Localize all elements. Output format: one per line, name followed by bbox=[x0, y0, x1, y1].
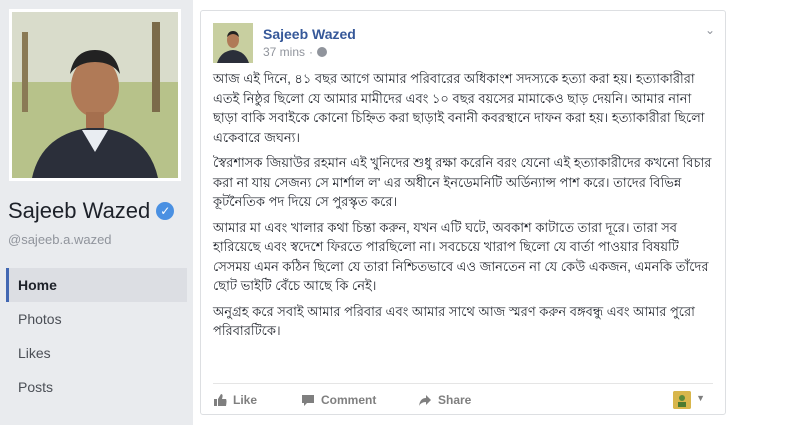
nav-item-photos[interactable]: Photos bbox=[6, 302, 187, 336]
comment-icon bbox=[302, 395, 314, 406]
post-paragraph: আমার মা এবং খালার কথা চিন্তা করুন, যখন এ… bbox=[213, 219, 709, 294]
nav-item-home[interactable]: Home bbox=[6, 268, 187, 302]
avatar-image bbox=[213, 23, 253, 63]
post-paragraph: আজ এই দিনে, ৪১ বছর আগে আমার পরিবারের অধি… bbox=[213, 71, 705, 145]
meta-separator: · bbox=[309, 45, 314, 59]
post-paragraph: অনুগ্রহ করে সবাই আমার পরিবার এবং আমার সা… bbox=[213, 303, 695, 339]
profile-name-text[interactable]: Sajeeb Wazed bbox=[8, 198, 150, 224]
reaction-avatar-image bbox=[673, 391, 691, 409]
post-card: Sajeeb Wazed 37 mins · ⌄ আজ এই দিনে, ৪১ … bbox=[200, 10, 726, 415]
profile-handle: @sajeeb.a.wazed bbox=[8, 232, 112, 247]
nav-item-posts[interactable]: Posts bbox=[6, 370, 187, 404]
post-header: Sajeeb Wazed 37 mins · bbox=[213, 23, 713, 63]
like-button[interactable]: Like bbox=[213, 389, 257, 411]
verified-check-icon: ✓ bbox=[156, 202, 175, 220]
author-avatar[interactable] bbox=[213, 23, 253, 63]
nav-item-likes[interactable]: Likes bbox=[6, 336, 187, 370]
comment-label: Comment bbox=[321, 393, 377, 407]
post-meta: 37 mins · bbox=[263, 45, 328, 59]
right-margin bbox=[726, 0, 790, 425]
share-icon bbox=[419, 395, 431, 406]
profile-name[interactable]: Sajeeb Wazed ✓ bbox=[8, 198, 175, 224]
post-body: আজ এই দিনে, ৪১ বছর আগে আমার পরিবারের অধি… bbox=[213, 69, 713, 347]
comment-button[interactable]: Comment bbox=[301, 389, 376, 411]
post-divider bbox=[213, 383, 713, 384]
chevron-down-icon[interactable]: ⌄ bbox=[705, 23, 715, 37]
post-timestamp[interactable]: 37 mins bbox=[263, 45, 305, 59]
profile-photo-image bbox=[12, 12, 178, 178]
like-label: Like bbox=[233, 393, 258, 407]
reaction-avatar-icon[interactable] bbox=[673, 391, 691, 409]
profile-sidebar: Sajeeb Wazed ✓ @sajeeb.a.wazed Home Phot… bbox=[0, 0, 193, 425]
page-nav: Home Photos Likes Posts bbox=[6, 268, 187, 404]
share-button[interactable]: Share bbox=[418, 389, 471, 411]
share-label: Share bbox=[438, 393, 472, 407]
post-paragraph: স্বৈরশাসক জিয়াউর রহমান এই খুনিদের শুধু … bbox=[213, 155, 712, 209]
like-icon bbox=[214, 394, 227, 406]
post-author-name[interactable]: Sajeeb Wazed bbox=[263, 26, 356, 42]
caret-down-icon[interactable]: ▼ bbox=[696, 393, 705, 403]
post-actions: Like Comment Share ▼ bbox=[213, 389, 713, 411]
globe-icon bbox=[317, 47, 328, 57]
profile-photo[interactable] bbox=[9, 9, 181, 181]
